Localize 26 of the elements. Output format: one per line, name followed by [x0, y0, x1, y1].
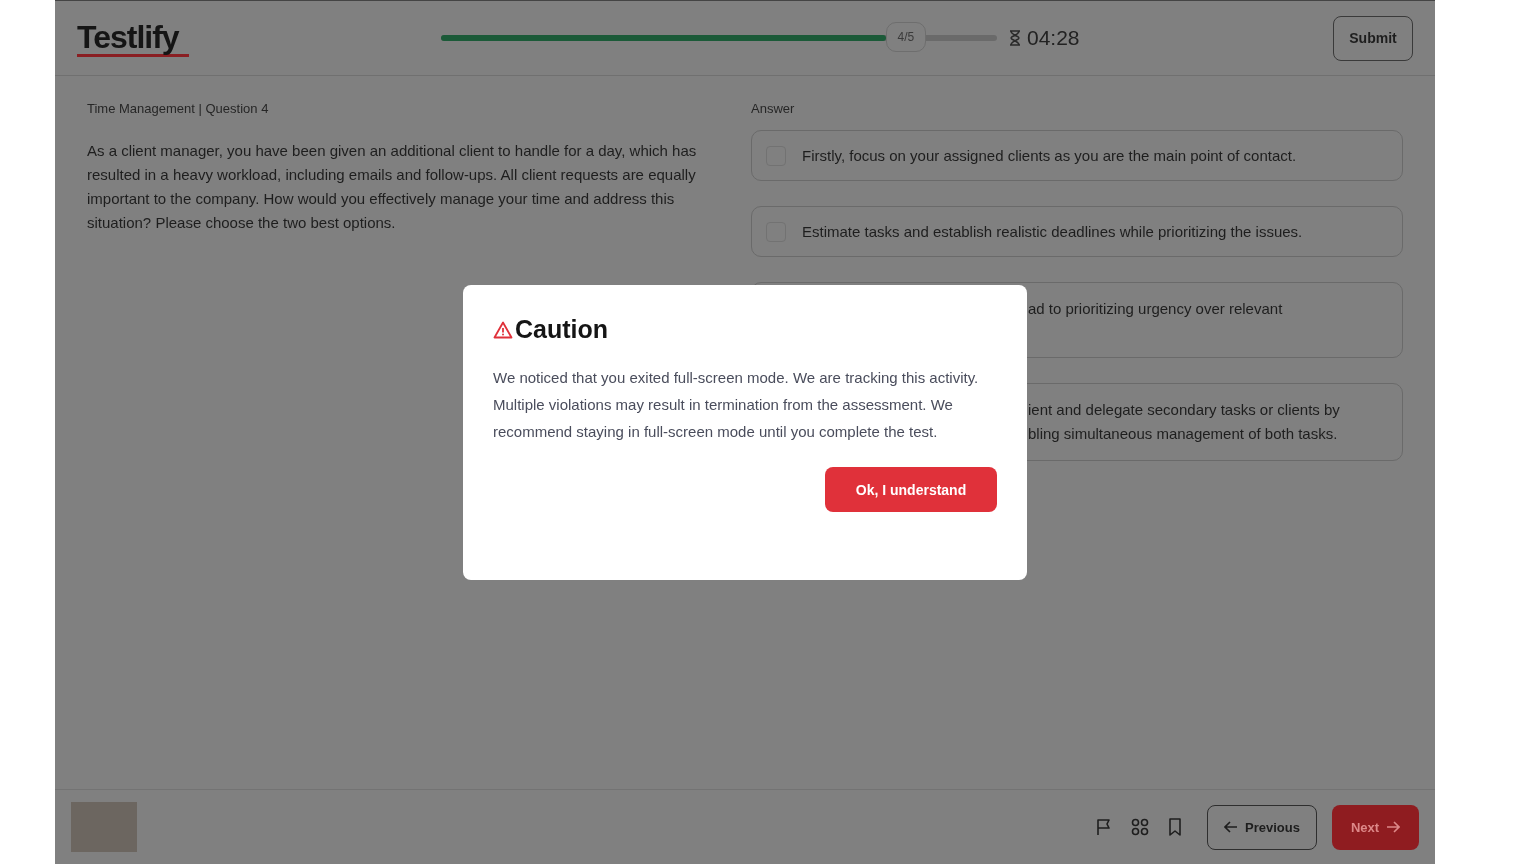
- ok-button[interactable]: Ok, I understand: [825, 467, 997, 512]
- question-meta: Time Management | Question 4: [87, 101, 270, 118]
- warning-icon: [493, 320, 513, 339]
- answer-option[interactable]: Estimate tasks and establish realistic deadlines while prioritizing the issues.: [751, 206, 1403, 257]
- previous-button[interactable]: Previous: [1207, 804, 1317, 850]
- hourglass-icon: [1009, 30, 1021, 46]
- answer-label: Answer: [751, 101, 796, 118]
- option-text: Estimate tasks and establish realistic deadlines while prioritizing the issues.: [802, 223, 1303, 240]
- submit-button[interactable]: Submit: [1333, 15, 1413, 61]
- option-text: Firstly, focus on your assigned clients as you are the main point of contact.: [802, 147, 1297, 164]
- question-text: As a client manager, you have been given an additional client to handle for a day, which has resulted in a heavy workload, including emails and follow-ups. All client requests are equally important to the company. How would you effectively manage your time and address this situation? Please choose the two best options.: [87, 141, 698, 233]
- bookmark-icon[interactable]: [1167, 818, 1183, 836]
- countdown-timer: 04:28: [1027, 26, 1080, 50]
- option-text: bling simultaneous management of both tasks.: [1028, 424, 1339, 444]
- testlify-logo: Testlify: [77, 21, 189, 57]
- answer-option[interactable]: Firstly, focus on your assigned clients as you are the main point of contact.: [751, 130, 1403, 181]
- option-text: ient and delegate secondary tasks or clients by: [1028, 400, 1340, 420]
- option-text: ad to prioritizing urgency over relevant: [1028, 299, 1283, 319]
- arrow-left-icon: [1224, 821, 1239, 833]
- next-button[interactable]: Next: [1332, 804, 1419, 850]
- webcam-placeholder: [71, 802, 137, 852]
- dialog-title: Caution: [515, 315, 609, 344]
- progress-count: 4/5: [885, 22, 926, 52]
- grid-icon[interactable]: [1131, 818, 1149, 836]
- flag-icon[interactable]: [1095, 818, 1113, 836]
- arrow-right-icon: [1386, 821, 1401, 833]
